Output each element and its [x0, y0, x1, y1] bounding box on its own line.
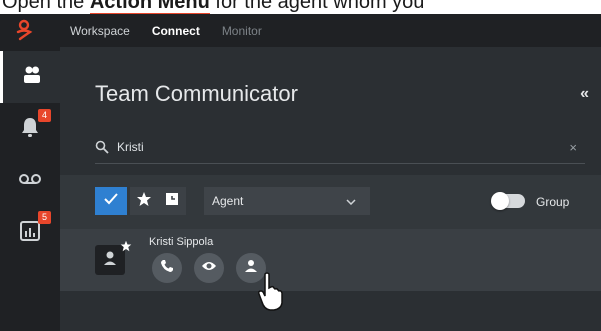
filter-all-button[interactable]	[95, 187, 127, 215]
search-bar: ×	[95, 135, 585, 164]
eye-icon	[201, 259, 217, 277]
reports-badge: 5	[38, 211, 51, 224]
collapse-panel-button[interactable]: «	[580, 85, 589, 103]
reports-icon	[20, 220, 40, 246]
call-button[interactable]	[152, 253, 182, 283]
history-icon	[165, 192, 179, 211]
search-input[interactable]	[115, 139, 539, 155]
agent-avatar-icon	[101, 249, 119, 272]
person-icon	[244, 259, 258, 278]
tab-connect[interactable]: Connect	[152, 24, 200, 38]
favorite-star-icon[interactable]	[120, 239, 132, 257]
caption-prefix: Open the	[2, 0, 90, 13]
agent-type-select[interactable]: Agent	[204, 187, 370, 215]
instruction-caption: Open the Action Menu for the agent whom …	[0, 0, 601, 14]
team-communicator-panel: Team Communicator « ×	[60, 47, 601, 331]
voicemail-icon	[18, 172, 42, 191]
agent-type-value: Agent	[212, 194, 244, 208]
clear-search-button[interactable]: ×	[569, 140, 577, 155]
hand-pointer-cursor-icon	[258, 272, 284, 317]
genesys-logo-icon	[12, 19, 36, 43]
star-icon	[136, 191, 152, 212]
sidebar-item-voicemail[interactable]	[0, 155, 60, 207]
agent-name: Kristi Sippola	[149, 236, 214, 248]
top-navigation-bar: Workspace Connect Monitor	[0, 14, 601, 47]
team-communicator-icon	[21, 64, 43, 91]
sidebar-item-reports[interactable]: 5	[0, 207, 60, 259]
panel-title: Team Communicator	[95, 81, 298, 106]
notifications-badge: 4	[38, 109, 51, 122]
checkmark-icon	[104, 192, 118, 210]
sidebar-item-notifications[interactable]: 4	[0, 103, 60, 155]
caption-highlight: Action Menu	[89, 0, 210, 14]
toggle-knob	[491, 192, 509, 210]
group-toggle-label: Group	[536, 195, 570, 209]
tab-monitor[interactable]: Monitor	[222, 24, 262, 38]
search-icon	[95, 140, 109, 159]
caption-suffix: for the agent whom you	[209, 0, 425, 13]
filter-favorites-button[interactable]	[130, 187, 158, 215]
agent-action-buttons	[152, 253, 266, 283]
phone-icon	[160, 259, 174, 278]
view-status-button[interactable]	[194, 253, 224, 283]
group-toggle[interactable]	[491, 192, 525, 210]
list-item[interactable]: Kristi Sippola	[60, 229, 601, 291]
filter-recent-button[interactable]	[158, 187, 186, 215]
left-sidebar: 4 5	[0, 47, 60, 331]
filter-bar: Agent Group	[60, 175, 601, 229]
sidebar-item-team-communicator[interactable]	[0, 51, 60, 103]
tab-workspace[interactable]: Workspace	[70, 24, 130, 38]
chevron-down-icon	[346, 187, 356, 215]
bell-icon	[20, 116, 40, 143]
